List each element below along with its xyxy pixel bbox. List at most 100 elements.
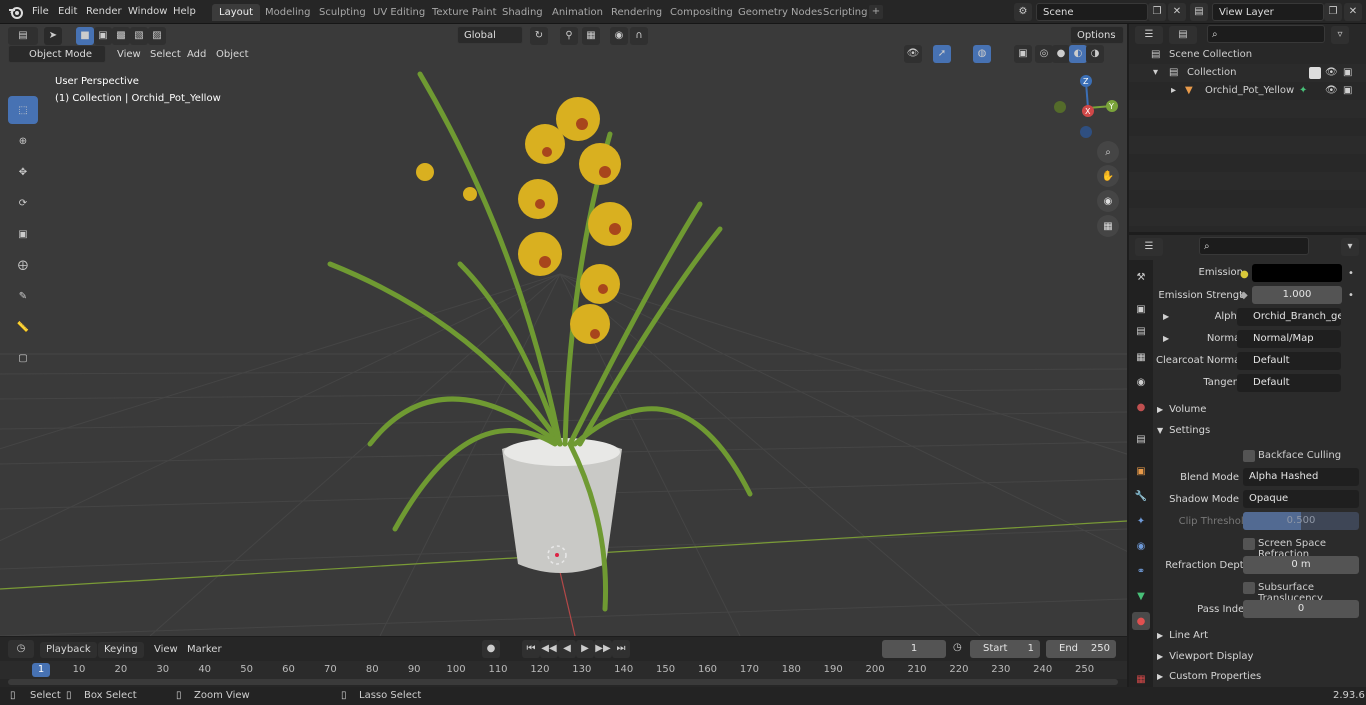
tab-shading[interactable]: Shading: [495, 4, 550, 21]
jump-end-icon[interactable]: ⏭: [612, 640, 630, 658]
move-tool-icon[interactable]: ✥: [8, 158, 38, 186]
viewport-menu-object[interactable]: Object: [216, 47, 249, 63]
rendered-shading-icon[interactable]: ◑: [1086, 45, 1104, 63]
menu-edit[interactable]: Edit: [58, 4, 77, 20]
physics-tab-icon[interactable]: ◉: [1132, 537, 1150, 555]
outliner-row-collection[interactable]: ▾ ▤ Collection 👁 ▣: [1129, 64, 1366, 82]
delete-scene-icon[interactable]: ✕: [1168, 3, 1186, 21]
world-tab-icon[interactable]: ●: [1132, 398, 1150, 416]
blend-mode-dropdown[interactable]: Alpha Hashed: [1243, 468, 1359, 486]
tab-modeling[interactable]: Modeling: [258, 4, 318, 21]
blender-logo-icon[interactable]: [8, 4, 24, 20]
select-new-icon[interactable]: ■: [76, 27, 94, 45]
select-intersect-icon[interactable]: ▨: [148, 27, 166, 45]
view-layer-tab-icon[interactable]: ▦: [1132, 348, 1150, 366]
viewport-menu-view[interactable]: View: [117, 47, 141, 63]
alpha-socket-field[interactable]: Orchid_Branch_geo_...: [1237, 308, 1341, 326]
start-frame-field[interactable]: Start 1: [970, 640, 1040, 658]
render-tab-icon[interactable]: ▣: [1132, 300, 1150, 318]
tab-texture-paint[interactable]: Texture Paint: [425, 4, 504, 21]
eye-icon[interactable]: 👁: [1325, 64, 1338, 82]
strength-keyframe-icon[interactable]: •: [1348, 290, 1354, 301]
view-layer-field[interactable]: View Layer: [1212, 3, 1324, 21]
pan-hand-icon[interactable]: ✋: [1097, 165, 1119, 187]
viewport-menu-select[interactable]: Select: [150, 47, 181, 63]
play-icon[interactable]: ▶: [576, 640, 594, 658]
menu-render[interactable]: Render: [86, 4, 122, 20]
select-subtract-icon[interactable]: ▩: [112, 27, 130, 45]
constraints-tab-icon[interactable]: ⚭: [1132, 562, 1150, 580]
refraction-depth-field[interactable]: 0 m: [1243, 556, 1359, 574]
scale-tool-icon[interactable]: ▣: [8, 220, 38, 248]
wireframe-shading-icon[interactable]: ◎: [1035, 45, 1053, 63]
scene-field[interactable]: Scene: [1036, 3, 1148, 21]
visibility-icon[interactable]: 👁: [904, 45, 922, 63]
tab-compositing[interactable]: Compositing: [663, 4, 740, 21]
timeline-view-menu[interactable]: View: [154, 642, 178, 658]
editor-type-icon[interactable]: ▤: [8, 27, 38, 45]
collection-tab-icon[interactable]: ▤: [1132, 430, 1150, 448]
tab-rendering[interactable]: Rendering: [604, 4, 669, 21]
new-scene-icon[interactable]: ❐: [1148, 3, 1166, 21]
expand-arrow-icon[interactable]: ▾: [1153, 64, 1158, 82]
scene-tab-icon[interactable]: ◉: [1132, 373, 1150, 391]
normal-socket-field[interactable]: Normal/Map: [1237, 330, 1341, 348]
timeline-scrollbar[interactable]: [8, 679, 1118, 685]
outliner-display-icon[interactable]: ▤: [1169, 26, 1197, 44]
volume-panel-header[interactable]: ▶ Volume: [1157, 404, 1206, 415]
view-layer-icon[interactable]: ▤: [1190, 3, 1208, 21]
new-view-layer-icon[interactable]: ❐: [1324, 3, 1342, 21]
clearcoat-socket-field[interactable]: Default: [1237, 352, 1341, 370]
menu-window[interactable]: Window: [128, 4, 167, 20]
mode-dropdown[interactable]: Object Mode: [8, 45, 106, 63]
particles-tab-icon[interactable]: ✦: [1132, 512, 1150, 530]
pass-index-field[interactable]: 0: [1243, 600, 1359, 618]
falloff-icon[interactable]: ∩: [630, 27, 648, 45]
3d-viewport[interactable]: User Perspective (1) Collection | Orchid…: [0, 24, 1127, 636]
options-dropdown[interactable]: Options: [1070, 26, 1124, 44]
viewport-display-panel-header[interactable]: ▶ Viewport Display: [1157, 651, 1253, 662]
play-reverse-icon[interactable]: ◀: [558, 640, 576, 658]
perspective-toggle-icon[interactable]: ▦: [1097, 215, 1119, 237]
proportional-edit-icon[interactable]: ◉: [610, 27, 628, 45]
navigation-gizmo[interactable]: Z Y X: [1050, 74, 1120, 144]
add-cube-tool-icon[interactable]: ▢: [8, 344, 38, 372]
menu-help[interactable]: Help: [173, 4, 196, 20]
select-extend-icon[interactable]: ▣: [94, 27, 112, 45]
material-tab-icon[interactable]: ●: [1132, 612, 1150, 630]
outliner-editor-icon[interactable]: ☰: [1135, 26, 1163, 44]
measure-tool-icon[interactable]: 📏: [8, 313, 38, 341]
solid-shading-icon[interactable]: ●: [1052, 45, 1070, 63]
output-tab-icon[interactable]: ▤: [1132, 322, 1150, 340]
menu-file[interactable]: File: [32, 4, 49, 20]
settings-panel-header[interactable]: ▼ Settings: [1157, 425, 1210, 436]
rotate-tool-icon[interactable]: ⟳: [8, 189, 38, 217]
transform-orientation-dropdown[interactable]: Global: [457, 26, 523, 44]
data-tab-icon[interactable]: ▼: [1132, 587, 1150, 605]
filter-icon[interactable]: ▿: [1331, 26, 1349, 44]
tab-uv-editing[interactable]: UV Editing: [366, 4, 432, 21]
object-tab-icon[interactable]: ▣: [1132, 462, 1150, 480]
tab-geometry-nodes[interactable]: Geometry Nodes: [731, 4, 829, 21]
tangent-socket-field[interactable]: Default: [1237, 374, 1341, 392]
jump-keyframe-forward-icon[interactable]: ▶▶: [594, 640, 612, 658]
collapse-arrow-icon[interactable]: ▸: [1171, 82, 1176, 100]
gizmo-toggle-icon[interactable]: ➚: [933, 45, 951, 63]
tool-tab-icon[interactable]: ⚒: [1132, 268, 1150, 286]
scene-icon[interactable]: ⚙: [1014, 3, 1032, 21]
object-camera-icon[interactable]: ▣: [1343, 82, 1352, 100]
properties-search-input[interactable]: ⌕: [1199, 237, 1309, 255]
jump-keyframe-back-icon[interactable]: ◀◀: [540, 640, 558, 658]
viewport-menu-add[interactable]: Add: [187, 47, 206, 63]
select-box-tool-icon[interactable]: ⬚: [8, 96, 38, 124]
emission-keyframe-icon[interactable]: •: [1348, 268, 1354, 279]
end-frame-field[interactable]: End 250: [1046, 640, 1116, 658]
timeline-editor-icon[interactable]: ◷: [8, 640, 34, 658]
outliner-search-input[interactable]: ⌕: [1207, 25, 1325, 43]
tab-scripting[interactable]: Scripting: [816, 4, 874, 21]
pivot-icon[interactable]: ↻: [530, 27, 548, 45]
marker-menu[interactable]: Marker: [187, 642, 222, 658]
properties-options-icon[interactable]: ▾: [1341, 238, 1359, 256]
cursor-tool-icon[interactable]: ⊕: [8, 127, 38, 155]
properties-editor-icon[interactable]: ☰: [1135, 238, 1163, 256]
